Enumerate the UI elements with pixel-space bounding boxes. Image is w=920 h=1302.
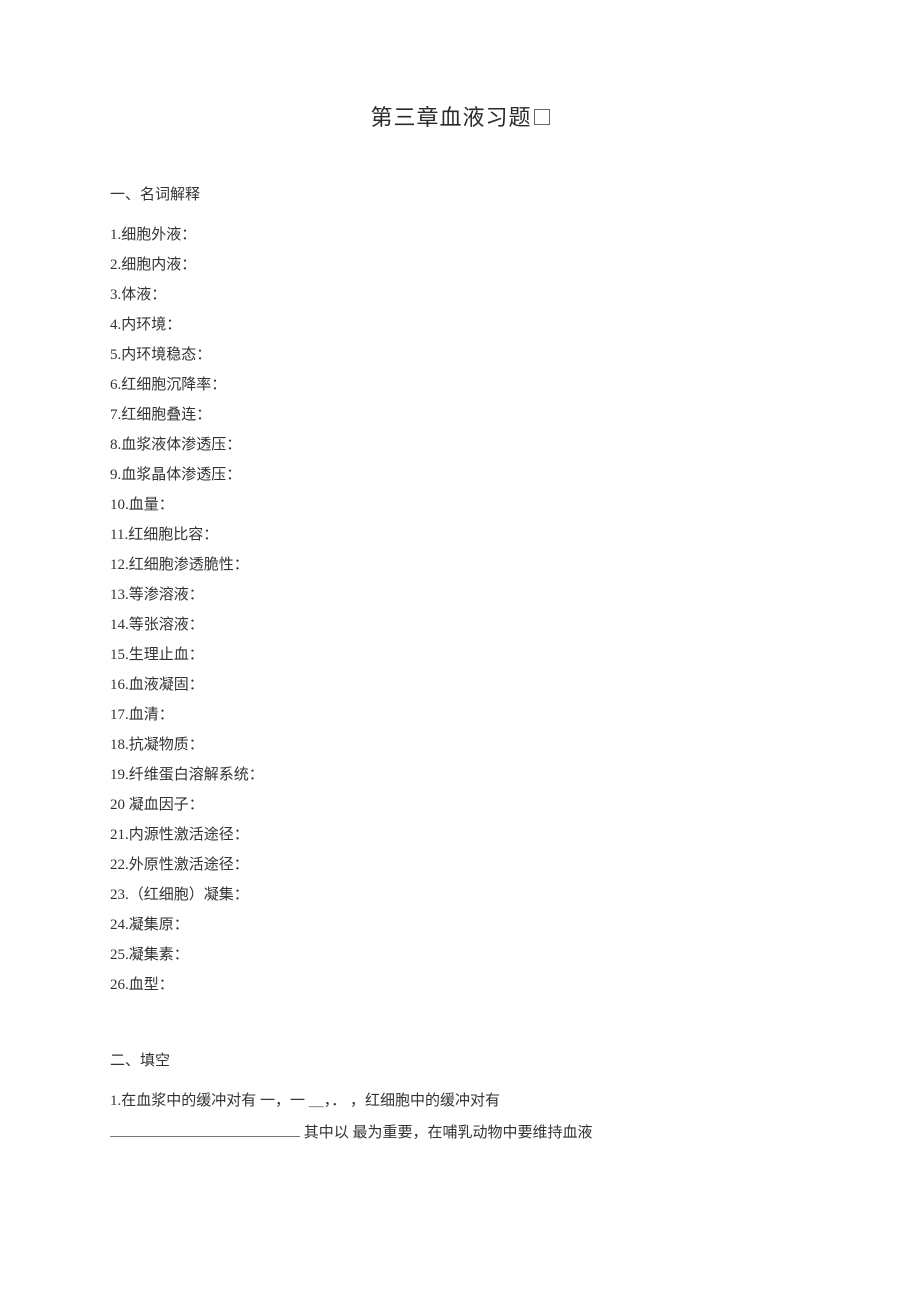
term-item: 10.血量： xyxy=(110,490,810,520)
fill-question-1-line-1: 1.在血浆中的缓冲对有 一，一 ＿，． ，红细胞中的缓冲对有 xyxy=(110,1086,810,1118)
fill-text: 其中以 最为重要，在哺乳动物中要维持血液 xyxy=(304,1125,593,1141)
term-item: 18.抗凝物质： xyxy=(110,730,810,760)
term-item: 25.凝集素： xyxy=(110,940,810,970)
term-item: 7.红细胞叠连： xyxy=(110,400,810,430)
term-item: 24.凝集原： xyxy=(110,910,810,940)
document-page: 第三章血液习题 一、名词解释 1.细胞外液： 2.细胞内液： 3.体液： 4.内… xyxy=(0,0,920,1209)
term-item: 11.红细胞比容： xyxy=(110,520,810,550)
term-item: 14.等张溶液： xyxy=(110,610,810,640)
fill-text: 1.在血浆中的缓冲对有 一，一 ＿，． xyxy=(110,1093,350,1109)
title-text: 第三章血液习题 xyxy=(370,105,531,130)
term-item: 3.体液： xyxy=(110,280,810,310)
section-spacer xyxy=(110,1000,810,1046)
page-title: 第三章血液习题 xyxy=(110,100,810,132)
term-item: 21.内源性激活途径： xyxy=(110,820,810,850)
fill-question-1-line-2: 其中以 最为重要，在哺乳动物中要维持血液 xyxy=(110,1118,810,1150)
section-1-heading: 一、名词解释 xyxy=(110,180,810,210)
blank-underline xyxy=(110,1121,300,1137)
section-2-heading: 二、填空 xyxy=(110,1046,810,1076)
term-item: 23.（红细胞）凝集： xyxy=(110,880,810,910)
term-item: 13.等渗溶液： xyxy=(110,580,810,610)
term-item: 19.纤维蛋白溶解系统： xyxy=(110,760,810,790)
term-item: 22.外原性激活途径： xyxy=(110,850,810,880)
term-item: 5.内环境稳态： xyxy=(110,340,810,370)
term-item: 12.红细胞渗透脆性： xyxy=(110,550,810,580)
term-item: 15.生理止血： xyxy=(110,640,810,670)
term-item: 17.血清： xyxy=(110,700,810,730)
term-item: 26.血型： xyxy=(110,970,810,1000)
term-item: 2.细胞内液： xyxy=(110,250,810,280)
term-item: 8.血浆液体渗透压： xyxy=(110,430,810,460)
term-item: 16.血液凝固： xyxy=(110,670,810,700)
term-item: 9.血浆晶体渗透压： xyxy=(110,460,810,490)
term-item: 1.细胞外液： xyxy=(110,220,810,250)
term-item: 4.内环境： xyxy=(110,310,810,340)
term-item: 20 凝血因子： xyxy=(110,790,810,820)
fill-text: ，红细胞中的缓冲对有 xyxy=(350,1093,500,1109)
term-item: 6.红细胞沉降率： xyxy=(110,370,810,400)
placeholder-box-icon xyxy=(534,109,550,125)
